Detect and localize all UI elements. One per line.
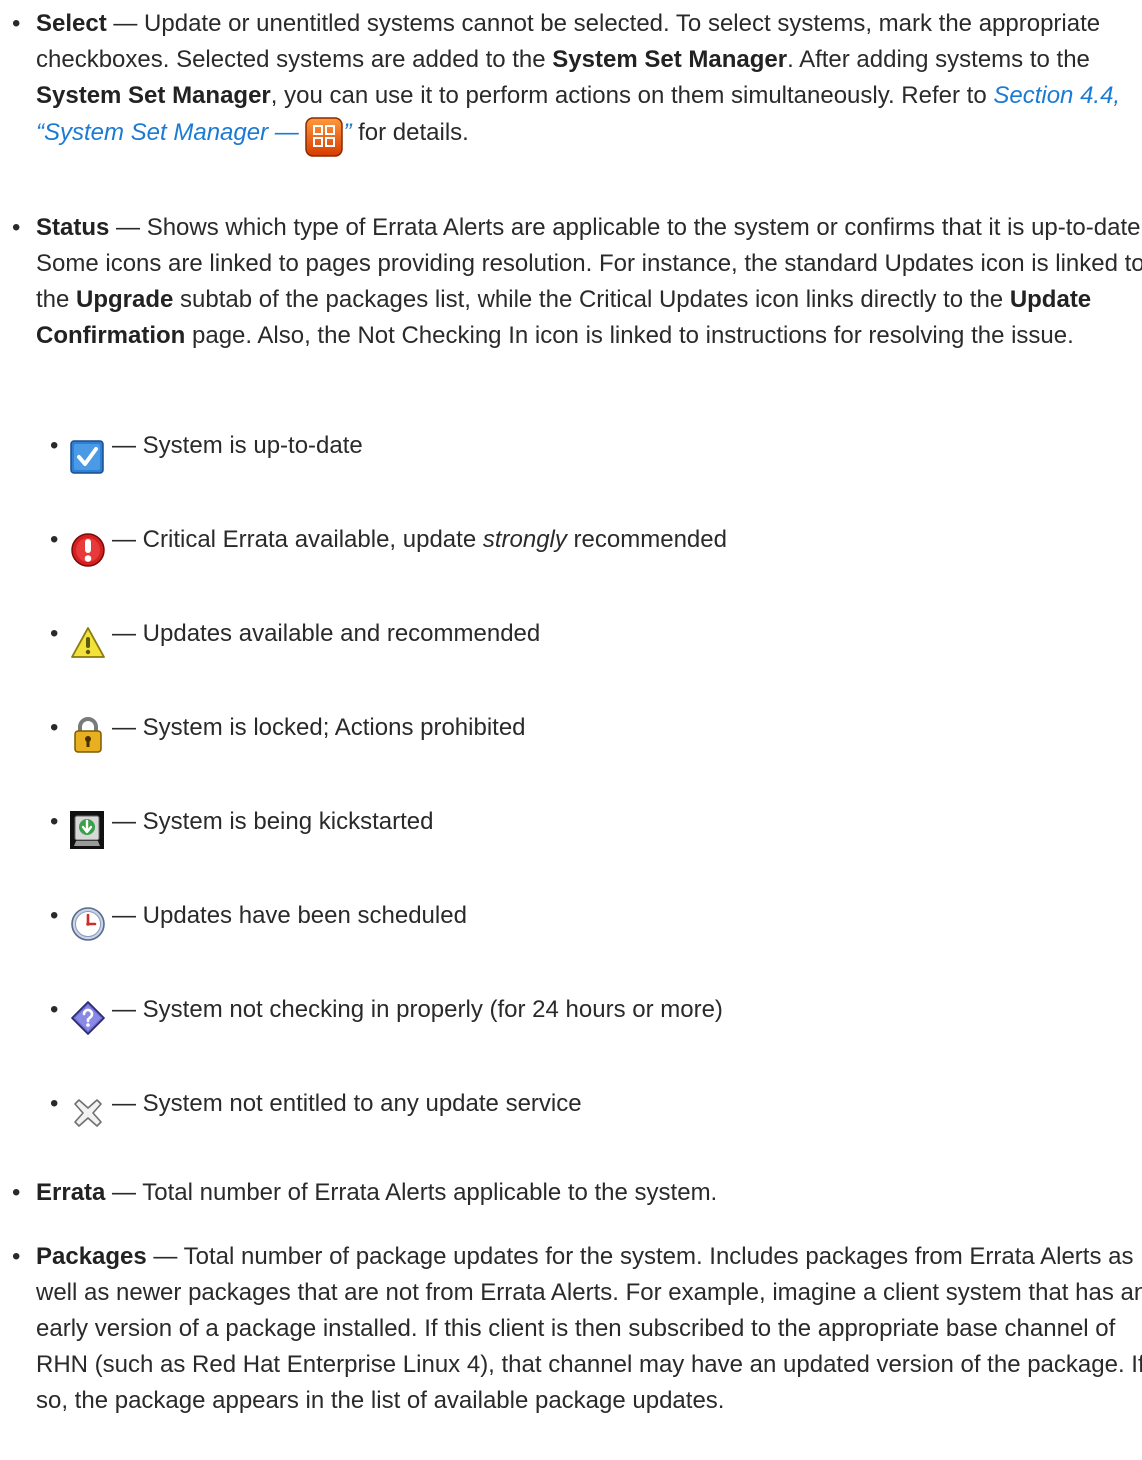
status-icon-item: • — Critical Errata available, update st… xyxy=(50,522,727,570)
status-not-checking-text: — System not checking in properly (for 2… xyxy=(112,996,723,1023)
select-text-c: , you can use it to perform actions on t… xyxy=(270,82,994,109)
warning-icon xyxy=(68,616,108,664)
packages-item: • Packages — Total number of package upd… xyxy=(12,1239,1142,1419)
clock-icon xyxy=(68,898,108,946)
checkmark-icon xyxy=(68,428,108,476)
bullet: • xyxy=(12,1179,21,1206)
status-not-entitled-text: — System not entitled to any update serv… xyxy=(112,1090,582,1117)
ssm-term-2: System Set Manager xyxy=(36,82,271,109)
not-entitled-icon xyxy=(68,1086,108,1134)
critical-alert-icon xyxy=(68,522,108,570)
status-icon-item: • — Updates available and recommended xyxy=(50,616,540,664)
question-icon xyxy=(68,992,108,1040)
status-locked-text: — System is locked; Actions prohibited xyxy=(112,714,526,741)
ssm-term-1: System Set Manager xyxy=(552,46,788,73)
bullet: • xyxy=(12,214,21,241)
critical-text-b: recommended xyxy=(566,526,727,553)
kickstart-icon xyxy=(68,804,108,852)
select-text-b: . After adding systems to the xyxy=(787,46,1090,73)
status-icon-item: • — System not checking in properly (for… xyxy=(50,992,723,1040)
critical-text-em: strongly xyxy=(482,526,567,553)
bullet: • xyxy=(12,1243,21,1270)
status-icon-item: • — System is being kickstarted xyxy=(50,804,433,852)
document: • Select — Update or unentitled systems … xyxy=(0,0,1142,1460)
upgrade-term: Upgrade xyxy=(76,286,174,313)
status-scheduled-text: — Updates have been scheduled xyxy=(112,902,467,929)
system-set-manager-icon xyxy=(305,114,344,158)
status-kickstart-text: — System is being kickstarted xyxy=(112,808,434,835)
errata-item: • Errata — Total number of Errata Alerts… xyxy=(12,1175,1142,1211)
status-icon-item: • — Updates have been scheduled xyxy=(50,898,467,946)
status-icon-item: • — System not entitled to any update se… xyxy=(50,1086,582,1134)
status-updates-text: — Updates available and recommended xyxy=(112,620,541,647)
status-item: • Status — Shows which type of Errata Al… xyxy=(12,210,1142,354)
critical-text-a: — Critical Errata available, update xyxy=(112,526,483,553)
select-text-d: for details. xyxy=(351,119,469,146)
packages-text: — Total number of package updates for th… xyxy=(36,1243,1142,1414)
status-term: Status xyxy=(36,214,110,241)
lock-icon xyxy=(68,710,108,758)
bullet: • xyxy=(12,10,21,37)
status-icon-item: • — System is up-to-date xyxy=(50,428,363,476)
status-icon-item: • — System is locked; Actions prohibited xyxy=(50,710,526,758)
errata-term: Errata xyxy=(36,1179,106,1206)
status-text-b: subtab of the packages list, while the C… xyxy=(173,286,1010,313)
packages-term: Packages xyxy=(36,1243,147,1270)
select-item: • Select — Update or unentitled systems … xyxy=(12,6,1142,158)
select-term: Select xyxy=(36,10,107,37)
status-up-to-date-text: — System is up-to-date xyxy=(112,432,363,459)
status-text-c: page. Also, the Not Checking In icon is … xyxy=(185,322,1074,349)
errata-text: — Total number of Errata Alerts applicab… xyxy=(105,1179,718,1206)
